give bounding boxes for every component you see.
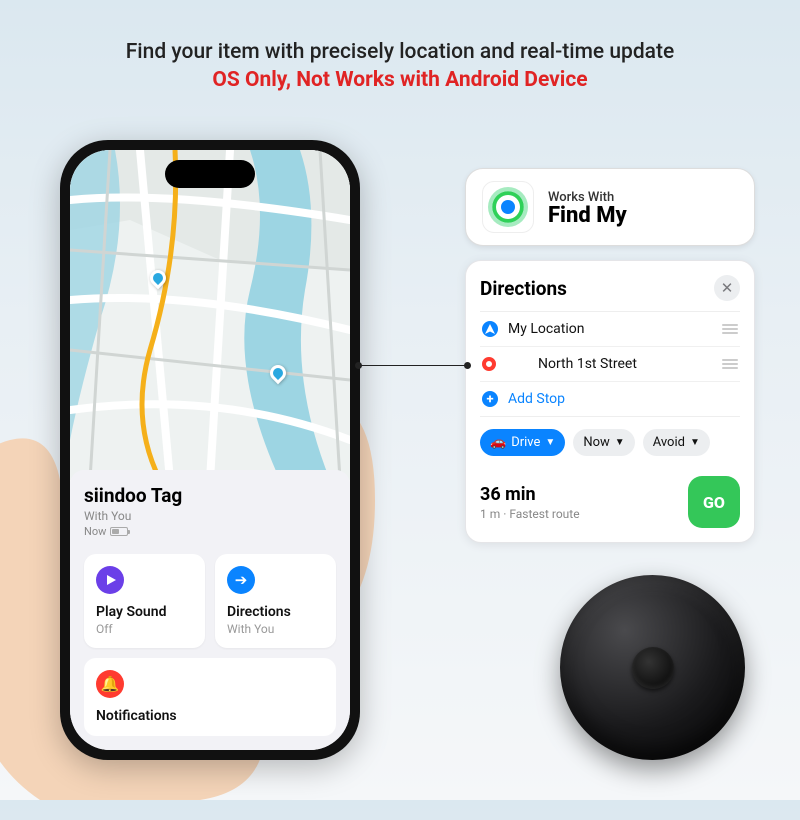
headline-line1: Find your item with precisely location a… — [0, 40, 800, 64]
notifications-tile[interactable]: 🔔 Notifications — [84, 658, 336, 736]
tracker-device-core — [632, 647, 674, 689]
item-title: siindoo Tag — [84, 484, 336, 507]
route-origin-row[interactable]: My Location — [480, 312, 740, 347]
car-icon: 🚗 — [490, 435, 506, 450]
chevron-down-icon: ▼ — [690, 437, 700, 448]
route-label: Add Stop — [508, 391, 738, 407]
go-button[interactable]: GO — [688, 476, 740, 528]
item-sheet: siindoo Tag With You Now Play Sound Off … — [70, 470, 350, 750]
directions-icon: ➔ — [227, 566, 255, 594]
works-with-title: Find My — [548, 203, 627, 228]
chevron-down-icon: ▼ — [545, 437, 555, 448]
destination-icon — [482, 357, 496, 371]
drag-handle-icon[interactable] — [722, 324, 738, 334]
mode-drive-pill[interactable]: 🚗 Drive ▼ — [480, 429, 565, 456]
tile-title: Play Sound — [96, 604, 193, 620]
tile-title: Directions — [227, 604, 324, 620]
route-label: My Location — [508, 321, 712, 337]
tile-sub: Off — [96, 622, 193, 636]
route-label: North 1st Street — [506, 356, 712, 372]
add-stop-row[interactable]: + Add Stop — [480, 382, 740, 416]
dynamic-island — [165, 160, 255, 188]
item-subtitle: With You — [84, 509, 336, 523]
works-with-card: Works With Find My — [465, 168, 755, 246]
location-icon — [482, 321, 498, 337]
eta-sub: 1 m · Fastest route — [480, 507, 580, 521]
avoid-pill[interactable]: Avoid ▼ — [643, 429, 710, 456]
route-list: My Location North 1st Street + Add Stop — [480, 311, 740, 417]
play-sound-tile[interactable]: Play Sound Off — [84, 554, 205, 648]
tile-title: Notifications — [96, 708, 324, 724]
battery-icon — [110, 527, 128, 536]
drag-handle-icon[interactable] — [722, 359, 738, 369]
phone-frame: siindoo Tag With You Now Play Sound Off … — [60, 140, 360, 760]
directions-tile[interactable]: ➔ Directions With You — [215, 554, 336, 648]
route-destination-row[interactable]: North 1st Street — [480, 347, 740, 382]
tracker-device — [560, 575, 745, 760]
headline-line2: OS Only, Not Works with Android Device — [0, 68, 800, 92]
play-icon — [96, 566, 124, 594]
depart-now-pill[interactable]: Now ▼ — [573, 429, 634, 456]
directions-title: Directions — [480, 277, 567, 300]
tile-sub: With You — [227, 622, 324, 636]
phone-screen: siindoo Tag With You Now Play Sound Off … — [70, 150, 350, 750]
map-view[interactable] — [70, 150, 350, 480]
chevron-down-icon: ▼ — [615, 437, 625, 448]
item-status-row: Now — [84, 525, 336, 538]
directions-card: Directions ✕ My Location North 1st Stree… — [465, 260, 755, 543]
bell-icon: 🔔 — [96, 670, 124, 698]
eta-time: 36 min — [480, 484, 580, 505]
find-my-icon — [482, 181, 534, 233]
add-icon: + — [482, 391, 498, 407]
close-button[interactable]: ✕ — [714, 275, 740, 301]
connector-line — [358, 365, 468, 367]
